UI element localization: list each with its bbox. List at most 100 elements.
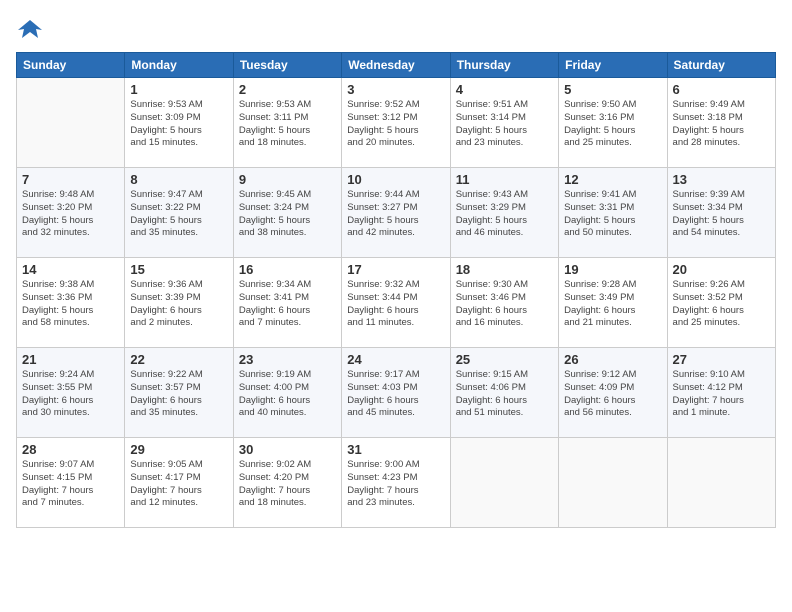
day-number: 27 <box>673 352 770 367</box>
calendar-cell: 22Sunrise: 9:22 AM Sunset: 3:57 PM Dayli… <box>125 348 233 438</box>
day-number: 5 <box>564 82 661 97</box>
calendar-cell: 13Sunrise: 9:39 AM Sunset: 3:34 PM Dayli… <box>667 168 775 258</box>
day-number: 25 <box>456 352 553 367</box>
calendar-week-row: 1 Sunrise: 9:53 AM Sunset: 3:09 PM Daylig… <box>17 78 776 168</box>
calendar-cell <box>450 438 558 528</box>
calendar-cell: 30 Sunrise: 9:02 AM Sunset: 4:20 PM Dayli… <box>233 438 341 528</box>
calendar-cell: 19Sunrise: 9:28 AM Sunset: 3:49 PM Dayli… <box>559 258 667 348</box>
calendar-cell: 31 Sunrise: 9:00 AM Sunset: 4:23 PM Dayli… <box>342 438 450 528</box>
day-number: 6 <box>673 82 770 97</box>
day-number: 23 <box>239 352 336 367</box>
day-info: Sunrise: 9:07 AM Sunset: 4:15 PM Dayligh… <box>22 459 119 510</box>
day-info: Sunrise: 9:44 AM Sunset: 3:27 PM Dayligh… <box>347 189 444 240</box>
calendar-cell: 11 Sunrise: 9:43 AM Sunset: 3:29 PM Dayli… <box>450 168 558 258</box>
calendar-cell: 4 Sunrise: 9:51 AM Sunset: 3:14 PM Daylig… <box>450 78 558 168</box>
calendar-cell: 2Sunrise: 9:53 AM Sunset: 3:11 PM Daylig… <box>233 78 341 168</box>
day-number: 31 <box>347 442 444 457</box>
day-info: Sunrise: 9:51 AM Sunset: 3:14 PM Dayligh… <box>456 99 553 150</box>
day-info: Sunrise: 9:52 AM Sunset: 3:12 PM Dayligh… <box>347 99 444 150</box>
calendar-cell: 27 Sunrise: 9:10 AM Sunset: 4:12 PM Dayli… <box>667 348 775 438</box>
calendar-cell: 8 Sunrise: 9:47 AM Sunset: 3:22 PM Daylig… <box>125 168 233 258</box>
day-info: Sunrise: 9:34 AM Sunset: 3:41 PM Dayligh… <box>239 279 336 330</box>
day-number: 29 <box>130 442 227 457</box>
calendar-week-row: 28Sunrise: 9:07 AM Sunset: 4:15 PM Dayli… <box>17 438 776 528</box>
calendar-header-row: SundayMondayTuesdayWednesdayThursdayFrid… <box>17 53 776 78</box>
day-info: Sunrise: 9:41 AM Sunset: 3:31 PM Dayligh… <box>564 189 661 240</box>
day-info: Sunrise: 9:10 AM Sunset: 4:12 PM Dayligh… <box>673 369 770 420</box>
day-number: 13 <box>673 172 770 187</box>
calendar-cell: 18 Sunrise: 9:30 AM Sunset: 3:46 PM Dayli… <box>450 258 558 348</box>
calendar-cell: 29 Sunrise: 9:05 AM Sunset: 4:17 PM Dayli… <box>125 438 233 528</box>
calendar-cell: 15 Sunrise: 9:36 AM Sunset: 3:39 PM Dayli… <box>125 258 233 348</box>
day-number: 4 <box>456 82 553 97</box>
day-number: 15 <box>130 262 227 277</box>
day-info: Sunrise: 9:53 AM Sunset: 3:09 PM Dayligh… <box>130 99 227 150</box>
day-info: Sunrise: 9:00 AM Sunset: 4:23 PM Dayligh… <box>347 459 444 510</box>
day-number: 11 <box>456 172 553 187</box>
day-number: 18 <box>456 262 553 277</box>
weekday-header: Monday <box>125 53 233 78</box>
day-number: 9 <box>239 172 336 187</box>
weekday-header: Tuesday <box>233 53 341 78</box>
day-info: Sunrise: 9:02 AM Sunset: 4:20 PM Dayligh… <box>239 459 336 510</box>
day-info: Sunrise: 9:48 AM Sunset: 3:20 PM Dayligh… <box>22 189 119 240</box>
day-number: 12 <box>564 172 661 187</box>
day-info: Sunrise: 9:19 AM Sunset: 4:00 PM Dayligh… <box>239 369 336 420</box>
calendar-cell: 21 Sunrise: 9:24 AM Sunset: 3:55 PM Dayli… <box>17 348 125 438</box>
page-header <box>16 16 776 44</box>
weekday-header: Saturday <box>667 53 775 78</box>
day-number: 24 <box>347 352 444 367</box>
calendar-cell: 28Sunrise: 9:07 AM Sunset: 4:15 PM Dayli… <box>17 438 125 528</box>
calendar-cell: 5 Sunrise: 9:50 AM Sunset: 3:16 PM Daylig… <box>559 78 667 168</box>
day-number: 17 <box>347 262 444 277</box>
day-info: Sunrise: 9:12 AM Sunset: 4:09 PM Dayligh… <box>564 369 661 420</box>
day-number: 30 <box>239 442 336 457</box>
calendar-cell: 6 Sunrise: 9:49 AM Sunset: 3:18 PM Daylig… <box>667 78 775 168</box>
weekday-header: Thursday <box>450 53 558 78</box>
day-info: Sunrise: 9:36 AM Sunset: 3:39 PM Dayligh… <box>130 279 227 330</box>
logo-icon <box>16 16 44 44</box>
calendar-cell <box>559 438 667 528</box>
calendar-cell: 10 Sunrise: 9:44 AM Sunset: 3:27 PM Dayli… <box>342 168 450 258</box>
day-info: Sunrise: 9:50 AM Sunset: 3:16 PM Dayligh… <box>564 99 661 150</box>
day-info: Sunrise: 9:45 AM Sunset: 3:24 PM Dayligh… <box>239 189 336 240</box>
calendar-cell: 23 Sunrise: 9:19 AM Sunset: 4:00 PM Dayli… <box>233 348 341 438</box>
day-number: 22 <box>130 352 227 367</box>
calendar-week-row: 7 Sunrise: 9:48 AM Sunset: 3:20 PM Daylig… <box>17 168 776 258</box>
calendar-cell <box>667 438 775 528</box>
day-info: Sunrise: 9:28 AM Sunset: 3:49 PM Dayligh… <box>564 279 661 330</box>
calendar-table: SundayMondayTuesdayWednesdayThursdayFrid… <box>16 52 776 528</box>
weekday-header: Wednesday <box>342 53 450 78</box>
calendar-cell: 26Sunrise: 9:12 AM Sunset: 4:09 PM Dayli… <box>559 348 667 438</box>
day-number: 10 <box>347 172 444 187</box>
day-number: 3 <box>347 82 444 97</box>
day-info: Sunrise: 9:24 AM Sunset: 3:55 PM Dayligh… <box>22 369 119 420</box>
day-number: 8 <box>130 172 227 187</box>
weekday-header: Friday <box>559 53 667 78</box>
day-number: 2 <box>239 82 336 97</box>
day-info: Sunrise: 9:30 AM Sunset: 3:46 PM Dayligh… <box>456 279 553 330</box>
calendar-cell: 3 Sunrise: 9:52 AM Sunset: 3:12 PM Daylig… <box>342 78 450 168</box>
calendar-week-row: 14 Sunrise: 9:38 AM Sunset: 3:36 PM Dayli… <box>17 258 776 348</box>
calendar-cell <box>17 78 125 168</box>
logo <box>16 16 48 44</box>
day-number: 14 <box>22 262 119 277</box>
day-info: Sunrise: 9:32 AM Sunset: 3:44 PM Dayligh… <box>347 279 444 330</box>
day-info: Sunrise: 9:43 AM Sunset: 3:29 PM Dayligh… <box>456 189 553 240</box>
calendar-cell: 12 Sunrise: 9:41 AM Sunset: 3:31 PM Dayli… <box>559 168 667 258</box>
day-info: Sunrise: 9:15 AM Sunset: 4:06 PM Dayligh… <box>456 369 553 420</box>
day-info: Sunrise: 9:26 AM Sunset: 3:52 PM Dayligh… <box>673 279 770 330</box>
day-number: 21 <box>22 352 119 367</box>
calendar-cell: 1 Sunrise: 9:53 AM Sunset: 3:09 PM Daylig… <box>125 78 233 168</box>
calendar-cell: 25 Sunrise: 9:15 AM Sunset: 4:06 PM Dayli… <box>450 348 558 438</box>
calendar-cell: 16 Sunrise: 9:34 AM Sunset: 3:41 PM Dayli… <box>233 258 341 348</box>
day-info: Sunrise: 9:47 AM Sunset: 3:22 PM Dayligh… <box>130 189 227 240</box>
day-number: 16 <box>239 262 336 277</box>
weekday-header: Sunday <box>17 53 125 78</box>
calendar-cell: 17 Sunrise: 9:32 AM Sunset: 3:44 PM Dayli… <box>342 258 450 348</box>
day-info: Sunrise: 9:05 AM Sunset: 4:17 PM Dayligh… <box>130 459 227 510</box>
day-info: Sunrise: 9:49 AM Sunset: 3:18 PM Dayligh… <box>673 99 770 150</box>
day-number: 1 <box>130 82 227 97</box>
day-number: 7 <box>22 172 119 187</box>
day-info: Sunrise: 9:38 AM Sunset: 3:36 PM Dayligh… <box>22 279 119 330</box>
